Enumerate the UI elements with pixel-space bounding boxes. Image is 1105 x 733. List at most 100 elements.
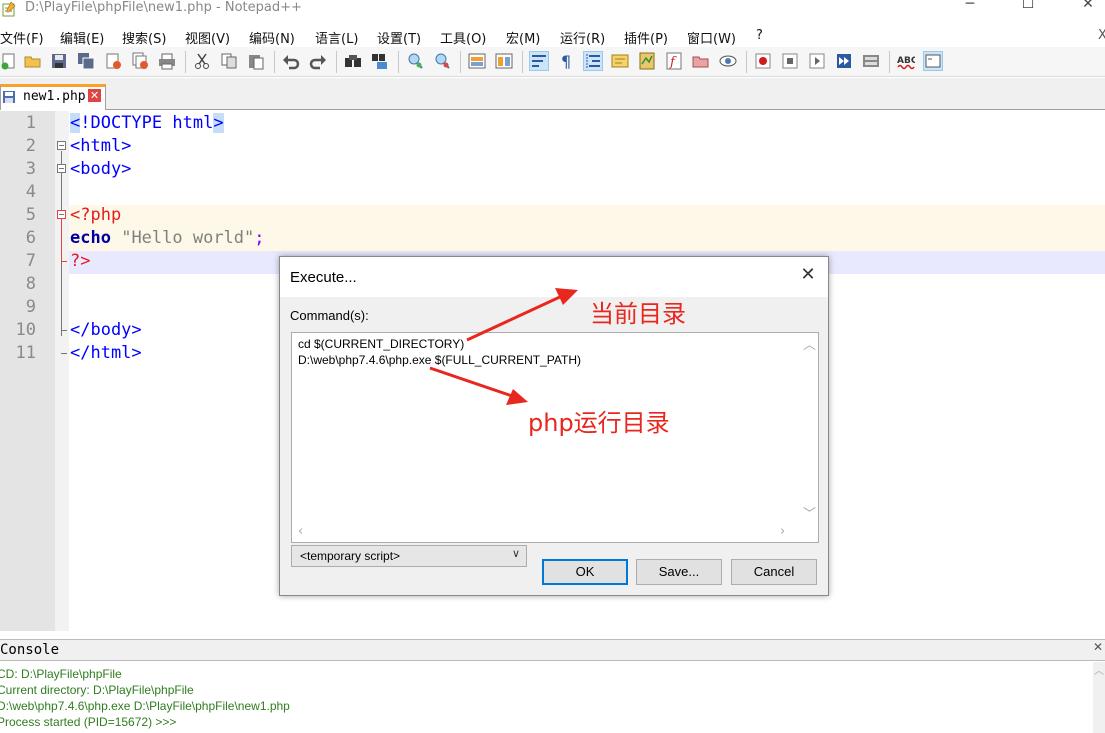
- save-macro-icon[interactable]: [862, 52, 880, 70]
- code-line: echo "Hello world";: [70, 228, 265, 248]
- doc-map-icon[interactable]: [638, 52, 656, 70]
- code-line: </html>: [70, 343, 142, 363]
- console-line: Process started (PID=15672) >>>: [0, 715, 177, 729]
- menu-run[interactable]: 运行(R): [560, 28, 605, 47]
- zoom-in-icon[interactable]: [406, 52, 424, 70]
- undo-icon[interactable]: [282, 52, 300, 70]
- indent-guide-icon[interactable]: [583, 51, 603, 71]
- toolbar: ¶ f ABC: [0, 47, 1105, 77]
- title-bar: D:\PlayFile\phpFile\new1.php - Notepad++…: [0, 0, 1105, 22]
- minimize-button[interactable]: ─: [958, 0, 982, 16]
- menu-file[interactable]: 文件(F): [0, 28, 44, 47]
- php-block-background: [69, 205, 1105, 228]
- toolbar-separator: [522, 51, 523, 73]
- console-icon[interactable]: [923, 51, 943, 71]
- fold-toggle[interactable]: [57, 164, 66, 173]
- annotation-current-dir: 当前目录: [590, 300, 686, 328]
- commands-label: Command(s):: [290, 308, 369, 323]
- toolbar-separator: [889, 51, 890, 73]
- copy-icon[interactable]: [220, 52, 238, 70]
- dialog-close-button[interactable]: ✕: [798, 265, 818, 285]
- menu-settings[interactable]: 设置(T): [377, 28, 421, 47]
- replace-icon[interactable]: [371, 52, 389, 70]
- tab-close-button[interactable]: ✕: [88, 89, 101, 102]
- cut-icon[interactable]: [193, 52, 211, 70]
- stop-record-icon[interactable]: [781, 52, 799, 70]
- sync-horizontal-icon[interactable]: [495, 52, 513, 70]
- print-icon[interactable]: [158, 52, 176, 70]
- menu-tools[interactable]: 工具(O): [440, 28, 486, 47]
- close-icon[interactable]: [104, 52, 122, 70]
- scroll-right-icon[interactable]: ›: [780, 524, 785, 539]
- play-macro-icon[interactable]: [808, 52, 826, 70]
- save-button[interactable]: Save...: [636, 559, 722, 585]
- folder-as-workspace-icon[interactable]: [692, 52, 710, 70]
- line-number: 2: [25, 136, 36, 156]
- line-number: 9: [25, 297, 36, 317]
- record-macro-icon[interactable]: [754, 52, 772, 70]
- line-number: 6: [25, 228, 36, 248]
- save-icon[interactable]: [50, 52, 68, 70]
- textarea-horizontal-scrollbar[interactable]: ‹ ›: [292, 524, 800, 542]
- notepad-app-icon: [2, 2, 16, 17]
- tab-bar: new1.php ✕: [0, 78, 1105, 110]
- tab-new1-php[interactable]: new1.php ✕: [0, 84, 106, 110]
- window-close-button[interactable]: ✕: [1076, 0, 1100, 16]
- fold-toggle[interactable]: [57, 141, 66, 150]
- cancel-button[interactable]: Cancel: [731, 559, 817, 585]
- maximize-button[interactable]: ☐: [1016, 0, 1040, 16]
- fold-line: [61, 220, 62, 261]
- fold-toggle[interactable]: [57, 210, 66, 219]
- console-header: Console ✕: [0, 639, 1105, 661]
- save-all-icon[interactable]: [77, 52, 95, 70]
- textarea-vertical-scrollbar[interactable]: ︿ ﹀: [800, 333, 818, 523]
- word-wrap-icon[interactable]: [529, 51, 549, 71]
- sync-vertical-icon[interactable]: [468, 52, 486, 70]
- dialog-title-bar: Execute... ✕: [280, 257, 828, 297]
- line-number: 8: [25, 274, 36, 294]
- zoom-out-icon[interactable]: [433, 52, 451, 70]
- script-select-value: <temporary script>: [300, 549, 401, 563]
- scroll-left-icon[interactable]: ‹: [298, 524, 303, 539]
- run-macro-multiple-icon[interactable]: [835, 52, 853, 70]
- annotation-php-dir: php运行目录: [528, 409, 670, 437]
- svg-text:¶: ¶: [561, 52, 571, 70]
- menu-plugins[interactable]: 插件(P): [624, 28, 668, 47]
- function-list-icon[interactable]: f: [665, 52, 683, 70]
- scroll-up-icon[interactable]: ︿: [1094, 662, 1104, 677]
- code-line: </body>: [70, 320, 142, 340]
- console-output[interactable]: CD: D:\PlayFile\phpFile Current director…: [0, 662, 1105, 733]
- new-file-icon[interactable]: [0, 52, 18, 70]
- open-file-icon[interactable]: [24, 52, 42, 70]
- menu-view[interactable]: 视图(V): [185, 28, 230, 47]
- menu-search[interactable]: 搜索(S): [122, 28, 166, 47]
- menu-close-doc-button[interactable]: X: [1098, 28, 1105, 43]
- find-icon[interactable]: [344, 52, 362, 70]
- code-token: echo: [70, 228, 111, 248]
- fold-end: [61, 330, 67, 331]
- spell-check-icon[interactable]: ABC: [897, 52, 915, 70]
- monitoring-icon[interactable]: [719, 52, 737, 70]
- menu-help[interactable]: ?: [756, 28, 763, 43]
- menu-window[interactable]: 窗口(W): [687, 28, 736, 47]
- menu-macro[interactable]: 宏(M): [506, 28, 540, 47]
- menu-language[interactable]: 语言(L): [315, 28, 358, 47]
- console-line: CD: D:\PlayFile\phpFile: [0, 667, 122, 681]
- close-all-icon[interactable]: [131, 52, 149, 70]
- user-lang-icon[interactable]: [611, 52, 629, 70]
- code-line: <?php: [70, 205, 121, 225]
- show-all-chars-icon[interactable]: ¶: [557, 52, 575, 70]
- paste-icon[interactable]: [247, 52, 265, 70]
- menu-edit[interactable]: 编辑(E): [60, 28, 104, 47]
- console-scrollbar[interactable]: ︿: [1093, 662, 1105, 733]
- scroll-up-icon[interactable]: ︿: [803, 334, 816, 353]
- redo-icon[interactable]: [309, 52, 327, 70]
- fold-margin: [55, 111, 69, 631]
- ok-button[interactable]: OK: [542, 559, 628, 585]
- code-token: "Hello world": [121, 228, 255, 248]
- console-line: Current directory: D:\PlayFile\phpFile: [0, 683, 194, 697]
- console-close-button[interactable]: ✕: [1093, 640, 1103, 654]
- script-select[interactable]: <temporary script> ∨: [291, 545, 527, 567]
- menu-encoding[interactable]: 编码(N): [249, 28, 295, 47]
- scroll-down-icon[interactable]: ﹀: [803, 503, 816, 522]
